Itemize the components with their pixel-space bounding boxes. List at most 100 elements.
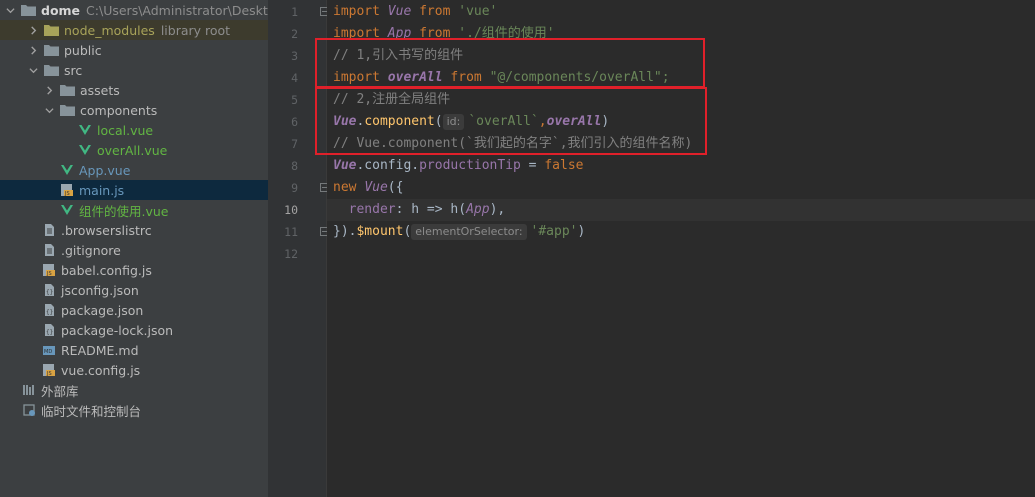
tree-item-package-json[interactable]: {} package.json xyxy=(0,300,268,320)
keyword: false xyxy=(544,158,584,173)
tree-item-main-js[interactable]: JS main.js xyxy=(0,180,268,200)
string: '#app' xyxy=(530,224,578,239)
line-number: 1 xyxy=(291,5,298,19)
chevron-down-icon[interactable] xyxy=(44,104,54,116)
tree-item-component-usage-vue[interactable]: 组件的使用.vue xyxy=(0,200,268,220)
svg-text:MD: MD xyxy=(44,349,52,355)
line-number: 9 xyxy=(291,181,298,195)
tree-item-app-vue[interactable]: App.vue xyxy=(0,160,268,180)
tree-item-label: src xyxy=(64,62,83,78)
svg-text:JS: JS xyxy=(46,271,52,277)
tree-item-label: main.js xyxy=(79,182,125,198)
root-path: C:\Users\Administrator\Desktop xyxy=(86,2,268,18)
library-root-hint: library root xyxy=(160,22,231,38)
line-number: 3 xyxy=(291,49,298,63)
json-file-icon: {} xyxy=(42,323,56,337)
code-editor[interactable]: import Vue from 'vue' import App from '.… xyxy=(315,0,1035,497)
tree-item-package-lock[interactable]: {} package-lock.json xyxy=(0,320,268,340)
tree-item-label: assets xyxy=(80,82,120,98)
tree-item-local-vue[interactable]: local.vue xyxy=(0,120,268,140)
svg-text:JS: JS xyxy=(64,191,70,197)
line-number: 6 xyxy=(291,115,298,129)
member-access: .config. xyxy=(356,158,420,173)
method-call: $mount xyxy=(356,224,404,239)
tree-item-label: local.vue xyxy=(97,122,154,138)
identifier: Vue xyxy=(387,4,412,19)
tree-item-public[interactable]: public xyxy=(0,40,268,60)
tree-root-dome[interactable]: dome C:\Users\Administrator\Desktop xyxy=(0,0,268,20)
code-line-8: Vue.config.productionTip = false xyxy=(333,155,583,177)
tree-item-jsconfig[interactable]: {} jsconfig.json xyxy=(0,280,268,300)
vue-file-icon xyxy=(78,123,92,137)
tree-item-label: 临时文件和控制台 xyxy=(41,403,142,419)
folder-icon xyxy=(44,24,59,36)
tree-item-vue-config[interactable]: JS vue.config.js xyxy=(0,360,268,380)
tree-item-scratches-consoles[interactable]: 临时文件和控制台 xyxy=(0,400,268,420)
property: productionTip xyxy=(419,158,521,173)
chevron-right-icon[interactable] xyxy=(28,44,38,56)
js-file-icon: JS xyxy=(42,363,56,377)
tree-item-components[interactable]: components xyxy=(0,100,268,120)
code-line-9: new Vue({ xyxy=(333,177,403,199)
tree-item-label: README.md xyxy=(61,342,139,358)
line-number: 4 xyxy=(291,71,298,85)
line-number: 11 xyxy=(284,225,298,239)
tree-item-label: package.json xyxy=(61,302,144,318)
tree-item-label: babel.config.js xyxy=(61,262,152,278)
annotation-box-import xyxy=(315,38,705,88)
line-number: 2 xyxy=(291,27,298,41)
line-number: 5 xyxy=(291,93,298,107)
line-number: 7 xyxy=(291,137,298,151)
js-file-icon: JS xyxy=(42,263,56,277)
tree-item-src[interactable]: src xyxy=(0,60,268,80)
tree-item-label: public xyxy=(64,42,102,58)
markdown-file-icon: MD xyxy=(42,343,56,357)
tree-item-label: vue.config.js xyxy=(61,362,141,378)
tree-item-label: jsconfig.json xyxy=(61,282,139,298)
chevron-down-icon[interactable] xyxy=(6,4,15,16)
tree-item-label: 外部库 xyxy=(41,383,79,399)
vue-file-icon xyxy=(60,203,74,217)
svg-text:{}: {} xyxy=(46,309,53,316)
library-icon xyxy=(22,383,36,397)
identifier: Vue xyxy=(333,158,357,173)
punctuation: }). xyxy=(333,224,357,239)
punctuation: ( xyxy=(403,224,412,239)
line-number: 8 xyxy=(291,159,298,173)
line-number-current: 10 xyxy=(284,203,298,217)
tree-item-browserslistrc[interactable]: .browserslistrc xyxy=(0,220,268,240)
folder-icon xyxy=(44,44,59,56)
text-file-icon xyxy=(42,223,56,237)
keyword: from xyxy=(419,4,451,19)
tree-item-label: overAll.vue xyxy=(97,142,168,158)
tree-item-label: .browserslistrc xyxy=(61,222,152,238)
tree-item-gitignore[interactable]: .gitignore xyxy=(0,240,268,260)
keyword: new xyxy=(333,180,357,195)
tree-item-external-libraries[interactable]: 外部库 xyxy=(0,380,268,400)
chevron-right-icon[interactable] xyxy=(44,84,54,96)
annotation-box-register xyxy=(315,87,707,155)
js-file-icon: JS xyxy=(60,183,74,197)
punctuation: ), xyxy=(489,202,506,217)
tree-item-overall-vue[interactable]: overAll.vue xyxy=(0,140,268,160)
tree-item-label: components xyxy=(80,102,158,118)
punctuation: ) xyxy=(577,224,586,239)
tree-item-babel-config[interactable]: JS babel.config.js xyxy=(0,260,268,280)
code-line-11: }).$mount(elementOrSelector: '#app') xyxy=(333,221,585,243)
tree-item-readme[interactable]: MD README.md xyxy=(0,340,268,360)
tree-item-label: node_modules xyxy=(64,22,155,38)
vue-file-icon xyxy=(60,163,74,177)
code-line-1: import Vue from 'vue' xyxy=(333,1,497,23)
tree-item-node-modules[interactable]: node_modules library root xyxy=(0,20,268,40)
chevron-down-icon[interactable] xyxy=(28,64,38,76)
folder-icon xyxy=(21,4,36,16)
chevron-right-icon[interactable] xyxy=(28,24,38,36)
keyword: import xyxy=(333,4,380,19)
punctuation: ({ xyxy=(387,180,404,195)
folder-icon xyxy=(44,64,59,76)
arrow-function: : h => h( xyxy=(395,202,467,217)
svg-text:{}: {} xyxy=(46,289,53,296)
json-file-icon: {} xyxy=(42,283,56,297)
tree-item-assets[interactable]: assets xyxy=(0,80,268,100)
svg-text:JS: JS xyxy=(46,371,52,377)
